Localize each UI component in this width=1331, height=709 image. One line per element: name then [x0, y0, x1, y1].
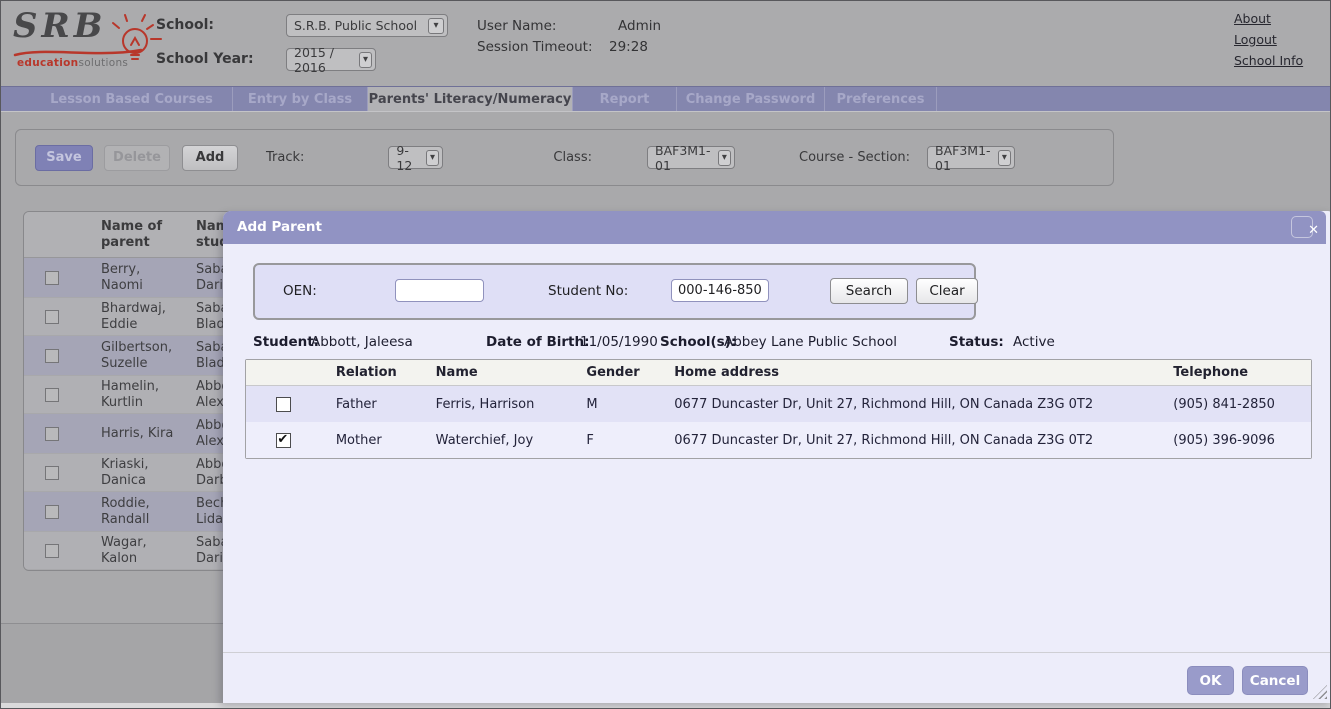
tab-change-password[interactable]: Change Password [677, 87, 825, 111]
status-label: Status: [949, 334, 1004, 350]
dialog-title: Add Parent [237, 219, 322, 235]
resize-grip[interactable] [1313, 685, 1327, 699]
table-header-row: Relation Name Gender Home address Teleph… [246, 360, 1311, 386]
row-checkbox[interactable] [45, 349, 59, 363]
add-button[interactable]: Add [182, 145, 238, 171]
row-checkbox[interactable] [45, 466, 59, 480]
tab-lesson-based-courses[interactable]: Lesson Based Courses [31, 87, 233, 111]
status-value: Active [1013, 334, 1055, 350]
school-year-select[interactable]: 2015 / 2016 ▾ [286, 48, 376, 71]
parent-row-father: Father Ferris, Harrison M 0677 Duncaster… [246, 386, 1311, 422]
row-checkbox[interactable] [45, 427, 59, 441]
main-nav-tabbar: Lesson Based Courses Entry by Class Pare… [1, 86, 1330, 112]
student-no-input[interactable] [671, 279, 769, 302]
track-select[interactable]: 9-12 ▾ [388, 146, 443, 169]
lightbulb-icon [105, 11, 163, 77]
cancel-button[interactable]: Cancel [1242, 666, 1308, 695]
save-button[interactable]: Save [35, 145, 93, 171]
user-name-label: User Name: [477, 18, 556, 34]
schools-value: Abbey Lane Public School [724, 334, 897, 350]
app-window: SRB educationsolutions [0, 0, 1331, 709]
chevron-down-icon: ▾ [998, 150, 1011, 166]
oen-label: OEN: [283, 283, 317, 299]
col-header-name-of-parent: Name of parent [79, 219, 174, 251]
course-section-select[interactable]: BAF3M1-01 ▾ [927, 146, 1015, 169]
row-checkbox[interactable] [45, 505, 59, 519]
toolbar: Save Delete Add Track: 9-12 ▾ Class: BAF… [15, 129, 1114, 186]
dialog-titlebar: Add Parent [223, 211, 1326, 244]
dialog-footer-divider [223, 652, 1331, 653]
class-label: Class: [553, 150, 592, 165]
user-name-value: Admin [618, 18, 661, 34]
course-section-label: Course - Section: [799, 150, 910, 165]
track-label: Track: [266, 150, 304, 165]
row-checkbox[interactable] [45, 310, 59, 324]
delete-button[interactable]: Delete [104, 145, 170, 171]
chevron-down-icon: ▾ [359, 52, 372, 68]
srb-logo: SRB educationsolutions [13, 9, 163, 81]
ok-button[interactable]: OK [1187, 666, 1234, 695]
search-button[interactable]: Search [830, 278, 908, 304]
row-checkbox[interactable] [45, 544, 59, 558]
parent-row-mother: Mother Waterchief, Joy F 0677 Duncaster … [246, 422, 1311, 458]
session-timeout-label: Session Timeout: [477, 39, 593, 55]
class-select[interactable]: BAF3M1-01 ▾ [647, 146, 735, 169]
row-checkbox[interactable] [45, 271, 59, 285]
dob-value: 11/05/1990 [580, 334, 658, 350]
chevron-down-icon: ▾ [428, 18, 444, 34]
logout-link[interactable]: Logout [1234, 32, 1277, 47]
chevron-down-icon: ▾ [718, 150, 731, 166]
col-header-gender: Gender [571, 365, 661, 380]
clear-button[interactable]: Clear [916, 278, 978, 304]
col-header-telephone: Telephone [1160, 365, 1311, 380]
parent-results-table: Relation Name Gender Home address Teleph… [245, 359, 1312, 459]
tab-preferences[interactable]: Preferences [825, 87, 937, 111]
student-label: Student: [253, 334, 319, 350]
tab-report[interactable]: Report [573, 87, 677, 111]
col-header-relation: Relation [322, 365, 422, 380]
add-parent-dialog: Add Parent OEN: Student No: Search Clear… [223, 211, 1331, 703]
tab-entry-by-class[interactable]: Entry by Class [233, 87, 368, 111]
col-header-home-address: Home address [661, 365, 1160, 380]
row-checkbox[interactable] [45, 388, 59, 402]
col-header-name: Name [422, 365, 572, 380]
school-select[interactable]: S.R.B. Public School ▾ [286, 14, 448, 37]
school-year-label: School Year: [156, 51, 254, 67]
close-icon[interactable] [1291, 216, 1313, 238]
session-timeout-value: 29:28 [609, 39, 648, 55]
tabbar-spacer [1, 87, 31, 111]
oen-input[interactable] [395, 279, 484, 302]
select-parent-checkbox[interactable] [276, 433, 291, 448]
chevron-down-icon: ▾ [426, 150, 440, 166]
student-no-label: Student No: [548, 283, 628, 299]
student-search-panel: OEN: Student No: Search Clear [253, 263, 976, 320]
page-bottom-strip [1, 703, 1330, 709]
app-header: SRB educationsolutions [1, 1, 1330, 86]
about-link[interactable]: About [1234, 11, 1271, 26]
school-label: School: [156, 17, 214, 33]
select-parent-checkbox[interactable] [276, 397, 291, 412]
school-info-link[interactable]: School Info [1234, 53, 1303, 68]
tab-parents-literacy-numeracy[interactable]: Parents' Literacy/Numeracy [368, 87, 573, 111]
student-value: Abbott, Jaleesa [311, 334, 413, 350]
student-info-row: Student: Abbott, Jaleesa Date of Birth: … [223, 334, 1331, 352]
dob-label: Date of Birth: [486, 334, 590, 350]
